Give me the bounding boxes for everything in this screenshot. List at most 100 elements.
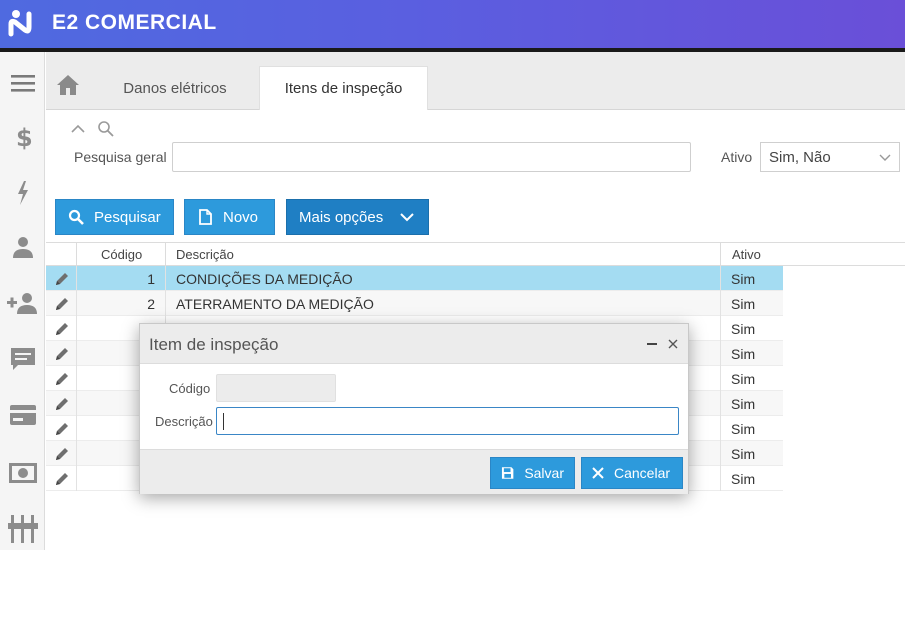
search-input[interactable]	[172, 142, 691, 172]
codigo-label: Código	[169, 381, 211, 396]
home-icon[interactable]	[56, 74, 80, 96]
ativo-filter-select[interactable]: Sim, Não	[760, 142, 900, 172]
cell-ativo: Sim	[731, 271, 756, 287]
more-options-button[interactable]: Mais opções	[286, 199, 429, 235]
column-divider	[76, 466, 77, 491]
column-divider	[165, 243, 166, 267]
add-user-icon[interactable]	[0, 288, 45, 318]
new-button[interactable]: Novo	[184, 199, 275, 235]
cell-codigo: 1	[147, 271, 155, 287]
column-divider	[165, 266, 166, 291]
ativo-filter-label: Ativo	[721, 149, 753, 165]
cell-descricao: ATERRAMENTO DA MEDIÇÃO	[176, 296, 374, 312]
table-row[interactable]: 2 ATERRAMENTO DA MEDIÇÃO Sim	[46, 291, 783, 316]
new-button-label: Novo	[223, 208, 259, 226]
codigo-input	[216, 374, 336, 402]
chevron-down-icon	[400, 213, 414, 222]
column-divider	[76, 243, 77, 267]
cell-descricao: CONDIÇÕES DA MEDIÇÃO	[176, 271, 353, 287]
descricao-input[interactable]	[216, 407, 679, 435]
tab-itens-inspecao[interactable]: Itens de inspeção	[259, 66, 428, 110]
svg-text:$: $	[16, 124, 32, 150]
close-icon[interactable]	[667, 338, 679, 350]
dialog-footer: Salvar Cancelar	[140, 449, 688, 494]
save-button[interactable]: Salvar	[490, 457, 575, 489]
brand-name: E2 COMERCIAL	[52, 11, 217, 34]
edit-pencil-icon[interactable]	[54, 296, 70, 312]
column-divider	[720, 466, 721, 491]
column-divider	[720, 243, 721, 267]
file-icon	[199, 209, 212, 225]
search-icon	[68, 209, 84, 225]
column-header-codigo[interactable]: Código	[101, 247, 142, 262]
descricao-label: Descrição	[155, 414, 213, 429]
sliders-icon[interactable]	[0, 514, 45, 544]
chevron-down-icon	[879, 154, 891, 161]
edit-pencil-icon[interactable]	[54, 371, 70, 387]
lightning-icon[interactable]	[0, 178, 45, 208]
edit-pencil-icon[interactable]	[54, 446, 70, 462]
user-icon[interactable]	[0, 232, 45, 262]
dollar-icon[interactable]: $	[0, 122, 45, 152]
sidebar: $	[0, 52, 45, 550]
close-icon	[592, 467, 604, 479]
card-icon[interactable]	[0, 400, 45, 430]
money-icon[interactable]	[0, 458, 45, 488]
column-divider	[720, 341, 721, 366]
ativo-filter-value: Sim, Não	[769, 149, 831, 166]
table-row[interactable]: 1 CONDIÇÕES DA MEDIÇÃO Sim	[46, 266, 783, 291]
cell-ativo: Sim	[731, 296, 756, 312]
cell-codigo: 2	[147, 296, 155, 312]
tab-label: Itens de inspeção	[284, 80, 403, 97]
edit-pencil-icon[interactable]	[54, 271, 70, 287]
column-divider	[76, 316, 77, 341]
column-divider	[76, 391, 77, 416]
cancel-button-label: Cancelar	[614, 465, 671, 481]
save-icon	[501, 467, 514, 479]
save-button-label: Salvar	[524, 465, 564, 481]
column-divider	[76, 341, 77, 366]
dialog-header: Item de inspeção	[140, 324, 688, 364]
edit-pencil-icon[interactable]	[54, 471, 70, 487]
column-header-descricao[interactable]: Descrição	[176, 247, 234, 262]
app-header: E2 COMERCIAL	[0, 0, 905, 48]
cell-ativo: Sim	[731, 471, 756, 487]
search-button-label: Pesquisar	[94, 208, 161, 226]
cell-ativo: Sim	[731, 371, 756, 387]
cell-ativo: Sim	[731, 421, 756, 437]
column-divider	[720, 366, 721, 391]
chat-icon[interactable]	[0, 344, 45, 374]
column-divider	[720, 391, 721, 416]
column-divider	[165, 291, 166, 316]
dialog-title: Item de inspeção	[149, 335, 279, 354]
minimize-icon[interactable]	[646, 338, 658, 350]
cell-ativo: Sim	[731, 321, 756, 337]
edit-pencil-icon[interactable]	[54, 346, 70, 362]
cell-ativo: Sim	[731, 446, 756, 462]
column-divider	[720, 416, 721, 441]
tab-danos-eletricos[interactable]: Danos elétricos	[104, 66, 246, 110]
search-button[interactable]: Pesquisar	[55, 199, 174, 235]
menu-icon[interactable]	[0, 68, 45, 98]
logo-icon	[8, 10, 32, 37]
column-header-ativo[interactable]: Ativo	[732, 247, 761, 262]
cell-ativo: Sim	[731, 396, 756, 412]
tab-strip: Danos elétricos Itens de inspeção	[46, 52, 905, 110]
collapse-search-icon[interactable]	[70, 120, 118, 138]
edit-pencil-icon[interactable]	[54, 321, 70, 337]
column-divider	[720, 266, 721, 291]
more-options-label: Mais opções	[299, 208, 384, 226]
grid-header: Código Descrição Ativo	[46, 242, 905, 267]
item-dialog: Item de inspeção Código Descrição Salvar…	[139, 323, 689, 494]
edit-pencil-icon[interactable]	[54, 421, 70, 437]
column-divider	[76, 366, 77, 391]
column-divider	[76, 441, 77, 466]
column-divider	[76, 416, 77, 441]
cancel-button[interactable]: Cancelar	[581, 457, 683, 489]
column-divider	[720, 441, 721, 466]
tab-label: Danos elétricos	[123, 79, 227, 97]
cell-ativo: Sim	[731, 346, 756, 362]
edit-pencil-icon[interactable]	[54, 396, 70, 412]
search-label: Pesquisa geral	[74, 149, 167, 165]
column-divider	[720, 291, 721, 316]
